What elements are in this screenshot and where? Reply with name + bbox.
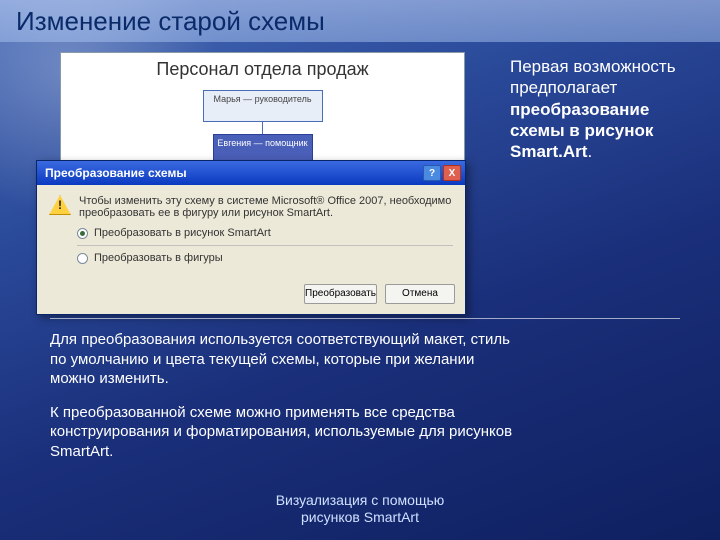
radio-option-smartart[interactable]: Преобразовать в рисунок SmartArt [77,227,453,239]
close-icon[interactable]: X [443,165,461,181]
dialog-caption: Преобразование схемы [45,166,187,180]
paragraph-2: К преобразованной схеме можно применять … [50,403,520,462]
convert-button[interactable]: Преобразовать [304,284,377,304]
radio-icon [77,228,88,239]
org-top-box: Марья — руководитель [203,90,323,122]
paragraph-1: Для преобразования используется соответс… [50,330,520,389]
body-paragraphs: Для преобразования используется соответс… [50,330,520,475]
org-chart-title: Персонал отдела продаж [61,53,464,84]
help-icon[interactable]: ? [423,165,441,181]
footer: Визуализация с помощью рисунков SmartArt [0,492,720,526]
radio-label: Преобразовать в фигуры [94,252,223,264]
dialog-message: Чтобы изменить эту схему в системе Micro… [79,195,453,219]
radio-label: Преобразовать в рисунок SmartArt [94,227,271,239]
warning-icon [49,195,71,215]
cancel-button[interactable]: Отмена [385,284,455,304]
radio-icon [77,253,88,264]
side-paragraph: Первая возможность предполагает преобраз… [510,56,700,162]
radio-option-shapes[interactable]: Преобразовать в фигуры [77,252,453,264]
divider [50,318,680,319]
page-title: Изменение старой схемы [16,6,325,37]
convert-dialog: Преобразование схемы ? X Чтобы изменить … [36,160,466,315]
dialog-titlebar: Преобразование схемы ? X [37,161,465,185]
